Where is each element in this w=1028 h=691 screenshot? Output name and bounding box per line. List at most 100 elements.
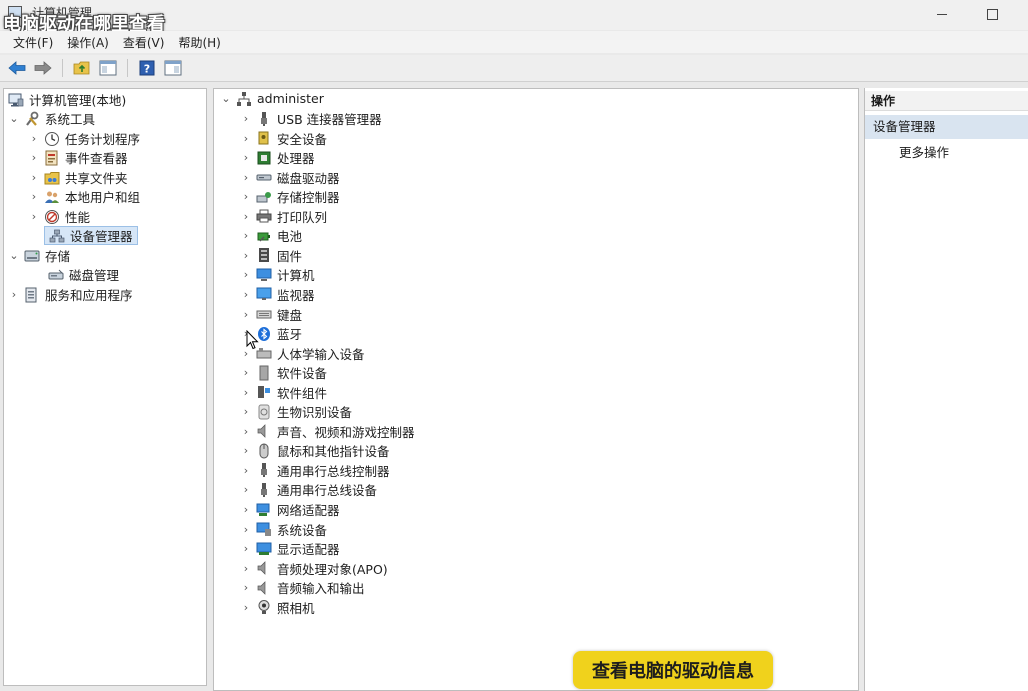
device-category-label: 鼠标和其他指针设备 bbox=[277, 444, 390, 460]
device-category-battery[interactable]: › 电池 bbox=[240, 226, 302, 245]
menu-help[interactable]: 帮助(H) bbox=[171, 34, 227, 51]
chevron-right-icon[interactable]: › bbox=[240, 288, 252, 301]
device-category-disk-drive[interactable]: › 磁盘驱动器 bbox=[240, 168, 340, 187]
chevron-right-icon[interactable]: › bbox=[240, 581, 252, 594]
chevron-right-icon[interactable]: › bbox=[240, 210, 252, 223]
device-category-usb[interactable]: › USB 连接器管理器 bbox=[240, 109, 382, 128]
chevron-right-icon[interactable]: › bbox=[240, 405, 252, 418]
tree-item-system-tools[interactable]: ⌄ 系统工具 bbox=[8, 109, 95, 128]
device-category-display-adapter[interactable]: › 显示适配器 bbox=[240, 539, 340, 558]
chevron-right-icon[interactable]: › bbox=[240, 112, 252, 125]
device-tree-root[interactable]: ⌄ administer bbox=[220, 89, 324, 108]
chevron-right-icon[interactable]: › bbox=[28, 190, 40, 203]
chevron-right-icon[interactable]: › bbox=[240, 503, 252, 516]
chevron-right-icon[interactable]: › bbox=[240, 425, 252, 438]
menu-view[interactable]: 查看(V) bbox=[116, 34, 172, 51]
chevron-right-icon[interactable]: › bbox=[28, 151, 40, 164]
device-category-label: 照相机 bbox=[277, 600, 315, 616]
device-category-processor[interactable]: › 处理器 bbox=[240, 148, 315, 167]
device-category-label: 打印队列 bbox=[277, 209, 328, 225]
software-component-icon bbox=[256, 384, 272, 400]
chevron-right-icon[interactable]: › bbox=[240, 444, 252, 457]
device-category-label: 存储控制器 bbox=[277, 190, 340, 206]
chevron-down-icon[interactable]: ⌄ bbox=[220, 92, 232, 105]
device-category-storage-controller[interactable]: › 存储控制器 bbox=[240, 187, 340, 206]
chevron-right-icon[interactable]: › bbox=[240, 151, 252, 164]
chevron-down-icon[interactable]: ⌄ bbox=[8, 249, 20, 262]
device-category-printer[interactable]: › 打印队列 bbox=[240, 207, 327, 226]
show-hide-action-pane-icon[interactable] bbox=[162, 57, 184, 79]
device-category-security-key[interactable]: › 安全设备 bbox=[240, 129, 327, 148]
tree-item-local-users-groups[interactable]: › 本地用户和组 bbox=[28, 187, 140, 206]
chevron-down-icon[interactable]: ⌄ bbox=[8, 112, 20, 125]
show-hide-tree-icon[interactable] bbox=[97, 57, 119, 79]
chevron-right-icon[interactable]: › bbox=[240, 601, 252, 614]
device-category-usb-controller[interactable]: › 通用串行总线控制器 bbox=[240, 461, 390, 480]
firmware-icon bbox=[256, 247, 272, 263]
tree-item-task-scheduler[interactable]: › 任务计划程序 bbox=[28, 129, 140, 148]
tree-item-device-manager[interactable]: 设备管理器 bbox=[44, 226, 138, 245]
device-category-usb-device[interactable]: › 通用串行总线设备 bbox=[240, 480, 377, 499]
chevron-right-icon[interactable]: › bbox=[28, 171, 40, 184]
device-category-monitor[interactable]: › 监视器 bbox=[240, 285, 315, 304]
device-category-label: 通用串行总线控制器 bbox=[277, 463, 390, 479]
tree-item-services-applications[interactable]: › 服务和应用程序 bbox=[8, 285, 133, 304]
menu-action[interactable]: 操作(A) bbox=[60, 34, 116, 51]
device-category-label: 通用串行总线设备 bbox=[277, 483, 378, 499]
chevron-right-icon[interactable]: › bbox=[240, 464, 252, 477]
tree-item-shared-folders[interactable]: › 共享文件夹 bbox=[28, 168, 128, 187]
device-category-mouse[interactable]: › 鼠标和其他指针设备 bbox=[240, 441, 390, 460]
chevron-right-icon[interactable]: › bbox=[240, 249, 252, 262]
device-category-label: 生物识别设备 bbox=[277, 405, 353, 421]
chevron-right-icon[interactable]: › bbox=[240, 483, 252, 496]
chevron-right-icon[interactable]: › bbox=[240, 562, 252, 575]
tree-item-label: 共享文件夹 bbox=[65, 171, 128, 186]
device-category-camera[interactable]: › 照相机 bbox=[240, 598, 315, 617]
device-category-network-adapter[interactable]: › 网络适配器 bbox=[240, 500, 340, 519]
menu-file[interactable]: 文件(F) bbox=[6, 34, 60, 51]
device-category-keyboard[interactable]: › 键盘 bbox=[240, 305, 302, 324]
help-icon[interactable]: ? bbox=[136, 57, 158, 79]
chevron-right-icon[interactable]: › bbox=[240, 190, 252, 203]
chevron-right-icon[interactable]: › bbox=[240, 229, 252, 242]
tree-item-disk-management[interactable]: 磁盘管理 bbox=[44, 265, 119, 284]
device-category-audio-io[interactable]: › 音频输入和输出 bbox=[240, 578, 365, 597]
chevron-right-icon[interactable]: › bbox=[240, 366, 252, 379]
usb-device-icon bbox=[256, 482, 272, 498]
device-category-audio-processing[interactable]: › 音频处理对象(APO) bbox=[240, 559, 388, 578]
back-arrow-icon[interactable] bbox=[6, 57, 28, 79]
device-category-label: 监视器 bbox=[277, 287, 315, 303]
actions-device-manager-section[interactable]: 设备管理器 bbox=[865, 115, 1028, 139]
tree-item-storage[interactable]: ⌄ 存储 bbox=[8, 246, 70, 265]
device-category-speaker[interactable]: › 声音、视频和游戏控制器 bbox=[240, 422, 415, 441]
clock-icon bbox=[44, 131, 60, 147]
chevron-right-icon[interactable]: › bbox=[28, 210, 40, 223]
tree-root-computer-management[interactable]: 计算机管理(本地) bbox=[6, 90, 126, 109]
device-category-system-device[interactable]: › 系统设备 bbox=[240, 520, 327, 539]
tree-item-performance[interactable]: › 性能 bbox=[28, 207, 90, 226]
device-category-computer[interactable]: › 计算机 bbox=[240, 265, 315, 284]
device-category-biometric[interactable]: › 生物识别设备 bbox=[240, 402, 352, 421]
chevron-right-icon[interactable]: › bbox=[240, 171, 252, 184]
device-category-firmware[interactable]: › 固件 bbox=[240, 246, 302, 265]
minimize-button[interactable] bbox=[928, 3, 956, 25]
device-category-software-device[interactable]: › 软件设备 bbox=[240, 363, 327, 382]
chevron-right-icon[interactable]: › bbox=[240, 386, 252, 399]
chevron-right-icon[interactable]: › bbox=[240, 542, 252, 555]
up-folder-icon[interactable] bbox=[71, 57, 93, 79]
chevron-right-icon[interactable]: › bbox=[240, 268, 252, 281]
mouse-cursor-icon bbox=[246, 330, 259, 350]
forward-arrow-icon[interactable] bbox=[32, 57, 54, 79]
tree-item-event-viewer[interactable]: › 事件查看器 bbox=[28, 148, 128, 167]
chevron-right-icon[interactable]: › bbox=[28, 132, 40, 145]
device-category-label: 电池 bbox=[277, 229, 303, 245]
processor-icon bbox=[256, 150, 272, 166]
chevron-right-icon[interactable]: › bbox=[240, 132, 252, 145]
chevron-right-icon[interactable]: › bbox=[8, 288, 20, 301]
maximize-button[interactable] bbox=[978, 3, 1006, 25]
monitor-icon bbox=[256, 286, 272, 302]
more-actions-link[interactable]: 更多操作 bbox=[899, 143, 949, 163]
chevron-right-icon[interactable]: › bbox=[240, 308, 252, 321]
device-category-software-component[interactable]: › 软件组件 bbox=[240, 383, 327, 402]
chevron-right-icon[interactable]: › bbox=[240, 523, 252, 536]
